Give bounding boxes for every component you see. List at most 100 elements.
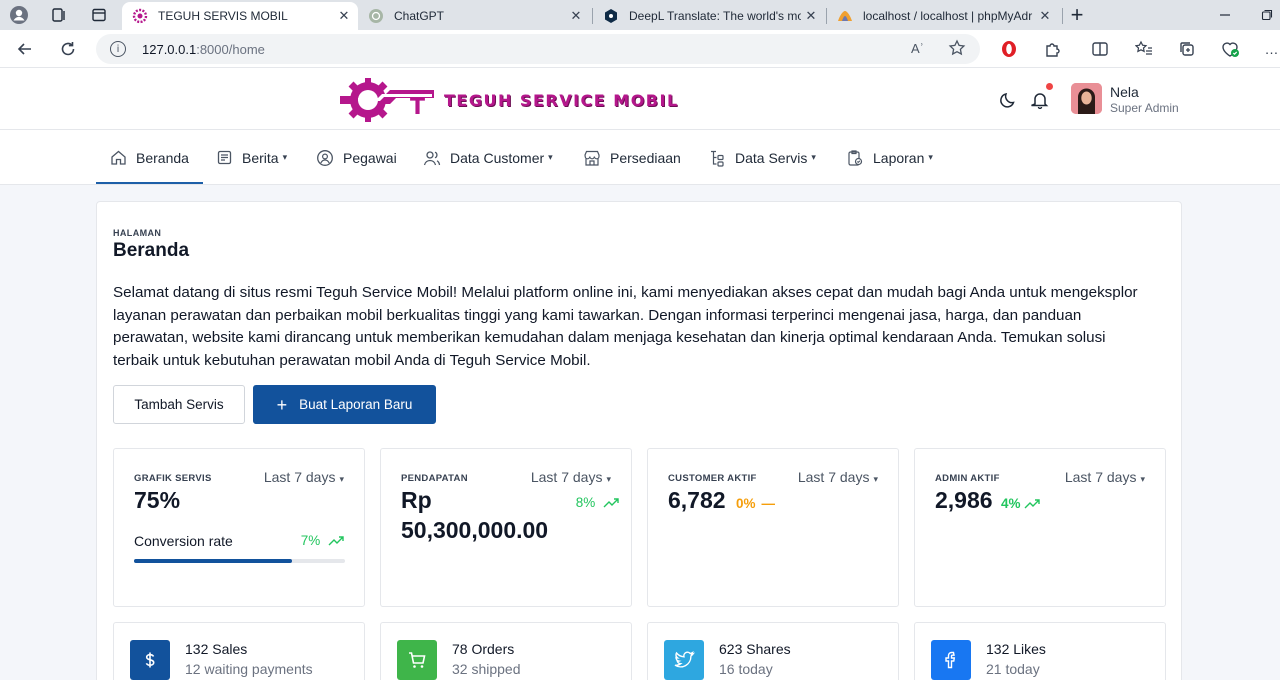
nav-item-data-servis[interactable]: Data Servis ▾ bbox=[708, 130, 816, 185]
stat-value-row: 2,986 4% bbox=[935, 487, 1041, 514]
nav-item-data-customer[interactable]: Data Customer ▾ bbox=[423, 130, 553, 185]
tab-chatgpt[interactable]: ChatGPT ✕ bbox=[358, 2, 590, 30]
shares-card: 623 Shares 16 today bbox=[647, 622, 899, 680]
card-title: 623 Shares bbox=[719, 641, 791, 657]
button-label: Buat Laporan Baru bbox=[299, 397, 413, 412]
period-dropdown[interactable]: Last 7 days ▾ bbox=[1065, 469, 1145, 485]
nav-label: Pegawai bbox=[343, 149, 397, 166]
avatar[interactable] bbox=[1071, 83, 1102, 114]
buat-laporan-button[interactable]: + Buat Laporan Baru bbox=[253, 385, 436, 424]
brand-gear-icon: T bbox=[340, 78, 434, 122]
browser-essentials-icon[interactable] bbox=[1220, 39, 1240, 59]
favorites-list-icon[interactable] bbox=[1134, 39, 1154, 59]
sales-card: 132 Sales 12 waiting payments bbox=[113, 622, 365, 680]
url-field[interactable]: i 127.0.0.1:8000/home Aʾ bbox=[96, 34, 980, 64]
tab-title: TEGUH SERVIS MOBIL bbox=[158, 9, 288, 23]
new-tab-button[interactable]: + bbox=[1066, 2, 1088, 27]
tab-title: DeepL Translate: The world's mo bbox=[629, 9, 801, 23]
nav-item-berita[interactable]: Berita ▾ bbox=[215, 130, 287, 185]
home-icon bbox=[109, 149, 127, 167]
opera-extension-icon[interactable] bbox=[999, 39, 1019, 59]
stat-card-grafik-servis: GRAFIK SERVIS Last 7 days ▾ 75% Conversio… bbox=[113, 448, 365, 607]
nav-item-persediaan[interactable]: Persediaan bbox=[583, 130, 681, 185]
nav-label: Laporan bbox=[873, 149, 925, 166]
workspaces-icon[interactable] bbox=[48, 5, 70, 25]
close-tab-icon[interactable]: ✕ bbox=[801, 8, 821, 24]
dark-mode-moon-icon[interactable] bbox=[998, 90, 1018, 110]
conversion-progress-fill bbox=[134, 559, 293, 563]
tab-separator bbox=[1062, 8, 1063, 24]
card-subtitle: 32 shipped bbox=[452, 661, 521, 677]
conversion-progress-track bbox=[134, 559, 345, 563]
trend-up-icon bbox=[328, 536, 344, 546]
minimize-window-icon[interactable] bbox=[1214, 5, 1236, 25]
period-dropdown[interactable]: Last 7 days ▾ bbox=[264, 469, 344, 485]
split-screen-icon[interactable] bbox=[1090, 39, 1110, 59]
stat-label: CUSTOMER AKTIF bbox=[668, 473, 757, 484]
chatgpt-favicon-icon bbox=[368, 8, 384, 24]
tambah-servis-button[interactable]: Tambah Servis bbox=[113, 385, 245, 424]
stat-card-admin-aktif: ADMIN AKTIF Last 7 days ▾ 2,986 4% bbox=[914, 448, 1166, 607]
back-icon[interactable] bbox=[14, 38, 36, 60]
nav-item-laporan[interactable]: Laporan ▾ bbox=[846, 130, 933, 185]
dollar-icon bbox=[130, 640, 170, 680]
stat-value: 2,986 bbox=[935, 487, 993, 513]
brand-logo[interactable]: T TEGUH SERVICE MOBIL bbox=[338, 78, 728, 122]
nav-item-pegawai[interactable]: Pegawai bbox=[316, 130, 397, 185]
period-dropdown[interactable]: Last 7 days ▾ bbox=[531, 469, 611, 485]
period-dropdown[interactable]: Last 7 days ▾ bbox=[798, 469, 878, 485]
close-tab-icon[interactable]: ✕ bbox=[1035, 8, 1055, 24]
chevron-down-icon: ▾ bbox=[339, 474, 344, 484]
tab-teguh-servis[interactable]: TEGUH SERVIS MOBIL ✕ bbox=[122, 2, 358, 30]
teguh-favicon-icon bbox=[132, 8, 148, 24]
tab-title: localhost / localhost | phpMyAdr bbox=[863, 9, 1033, 23]
store-icon bbox=[583, 149, 601, 167]
active-nav-indicator bbox=[96, 182, 203, 184]
collections-icon[interactable] bbox=[1177, 39, 1197, 59]
site-info-icon[interactable]: i bbox=[110, 41, 126, 57]
tab-actions-icon[interactable] bbox=[88, 5, 110, 25]
nav-item-beranda[interactable]: Beranda bbox=[109, 130, 189, 185]
conversion-rate-label: Conversion rate bbox=[134, 533, 233, 549]
main-nav: Beranda Berita ▾ Pegawai Data Customer ▾… bbox=[0, 130, 1280, 185]
tab-deepl[interactable]: DeepL Translate: The world's mo ✕ bbox=[593, 2, 825, 30]
tree-icon bbox=[708, 149, 726, 167]
chevron-down-icon: ▾ bbox=[928, 152, 933, 162]
chevron-down-icon: ▾ bbox=[548, 152, 553, 162]
stat-label: GRAFIK SERVIS bbox=[134, 473, 212, 484]
report-icon bbox=[846, 149, 864, 167]
profile-icon[interactable] bbox=[8, 5, 30, 25]
browser-address-bar: i 127.0.0.1:8000/home Aʾ … bbox=[0, 30, 1280, 68]
user-name[interactable]: Nela bbox=[1110, 84, 1139, 100]
newspaper-icon bbox=[215, 149, 233, 167]
favorite-star-icon[interactable] bbox=[948, 39, 966, 60]
stat-delta: 4% bbox=[1001, 496, 1041, 511]
phpmyadmin-favicon-icon bbox=[837, 8, 853, 24]
restore-window-icon[interactable] bbox=[1256, 5, 1278, 25]
likes-card: 132 Likes 21 today bbox=[914, 622, 1166, 680]
conversion-delta: 7% bbox=[301, 533, 344, 548]
tab-phpmyadmin[interactable]: localhost / localhost | phpMyAdr ✕ bbox=[827, 2, 1059, 30]
close-tab-icon[interactable]: ✕ bbox=[566, 8, 586, 24]
trend-flat-icon: — bbox=[761, 496, 775, 511]
nav-label: Data Servis bbox=[735, 149, 808, 166]
page-title: Beranda bbox=[113, 240, 190, 261]
close-tab-icon[interactable]: ✕ bbox=[334, 8, 354, 24]
nav-label: Beranda bbox=[136, 149, 189, 166]
card-title: 78 Orders bbox=[452, 641, 515, 657]
twitter-icon bbox=[664, 640, 704, 680]
stat-value: 50,300,000.00 bbox=[401, 517, 549, 543]
stat-value-row: 6,782 0% — bbox=[668, 487, 775, 514]
url-text[interactable]: 127.0.0.1:8000/home bbox=[142, 42, 265, 57]
stat-label: ADMIN AKTIF bbox=[935, 473, 1000, 484]
refresh-icon[interactable] bbox=[57, 38, 79, 60]
read-aloud-icon[interactable]: Aʾ bbox=[911, 41, 924, 56]
card-subtitle: 21 today bbox=[986, 661, 1040, 677]
notification-bell-icon[interactable] bbox=[1030, 90, 1050, 110]
more-options-icon[interactable]: … bbox=[1262, 39, 1280, 59]
intro-paragraph: Selamat datang di situs resmi Teguh Serv… bbox=[113, 284, 1138, 369]
brand-name: TEGUH SERVICE MOBIL bbox=[444, 90, 679, 110]
chevron-down-icon: ▾ bbox=[811, 152, 816, 162]
extensions-puzzle-icon[interactable] bbox=[1042, 39, 1062, 59]
users-icon bbox=[423, 149, 441, 167]
